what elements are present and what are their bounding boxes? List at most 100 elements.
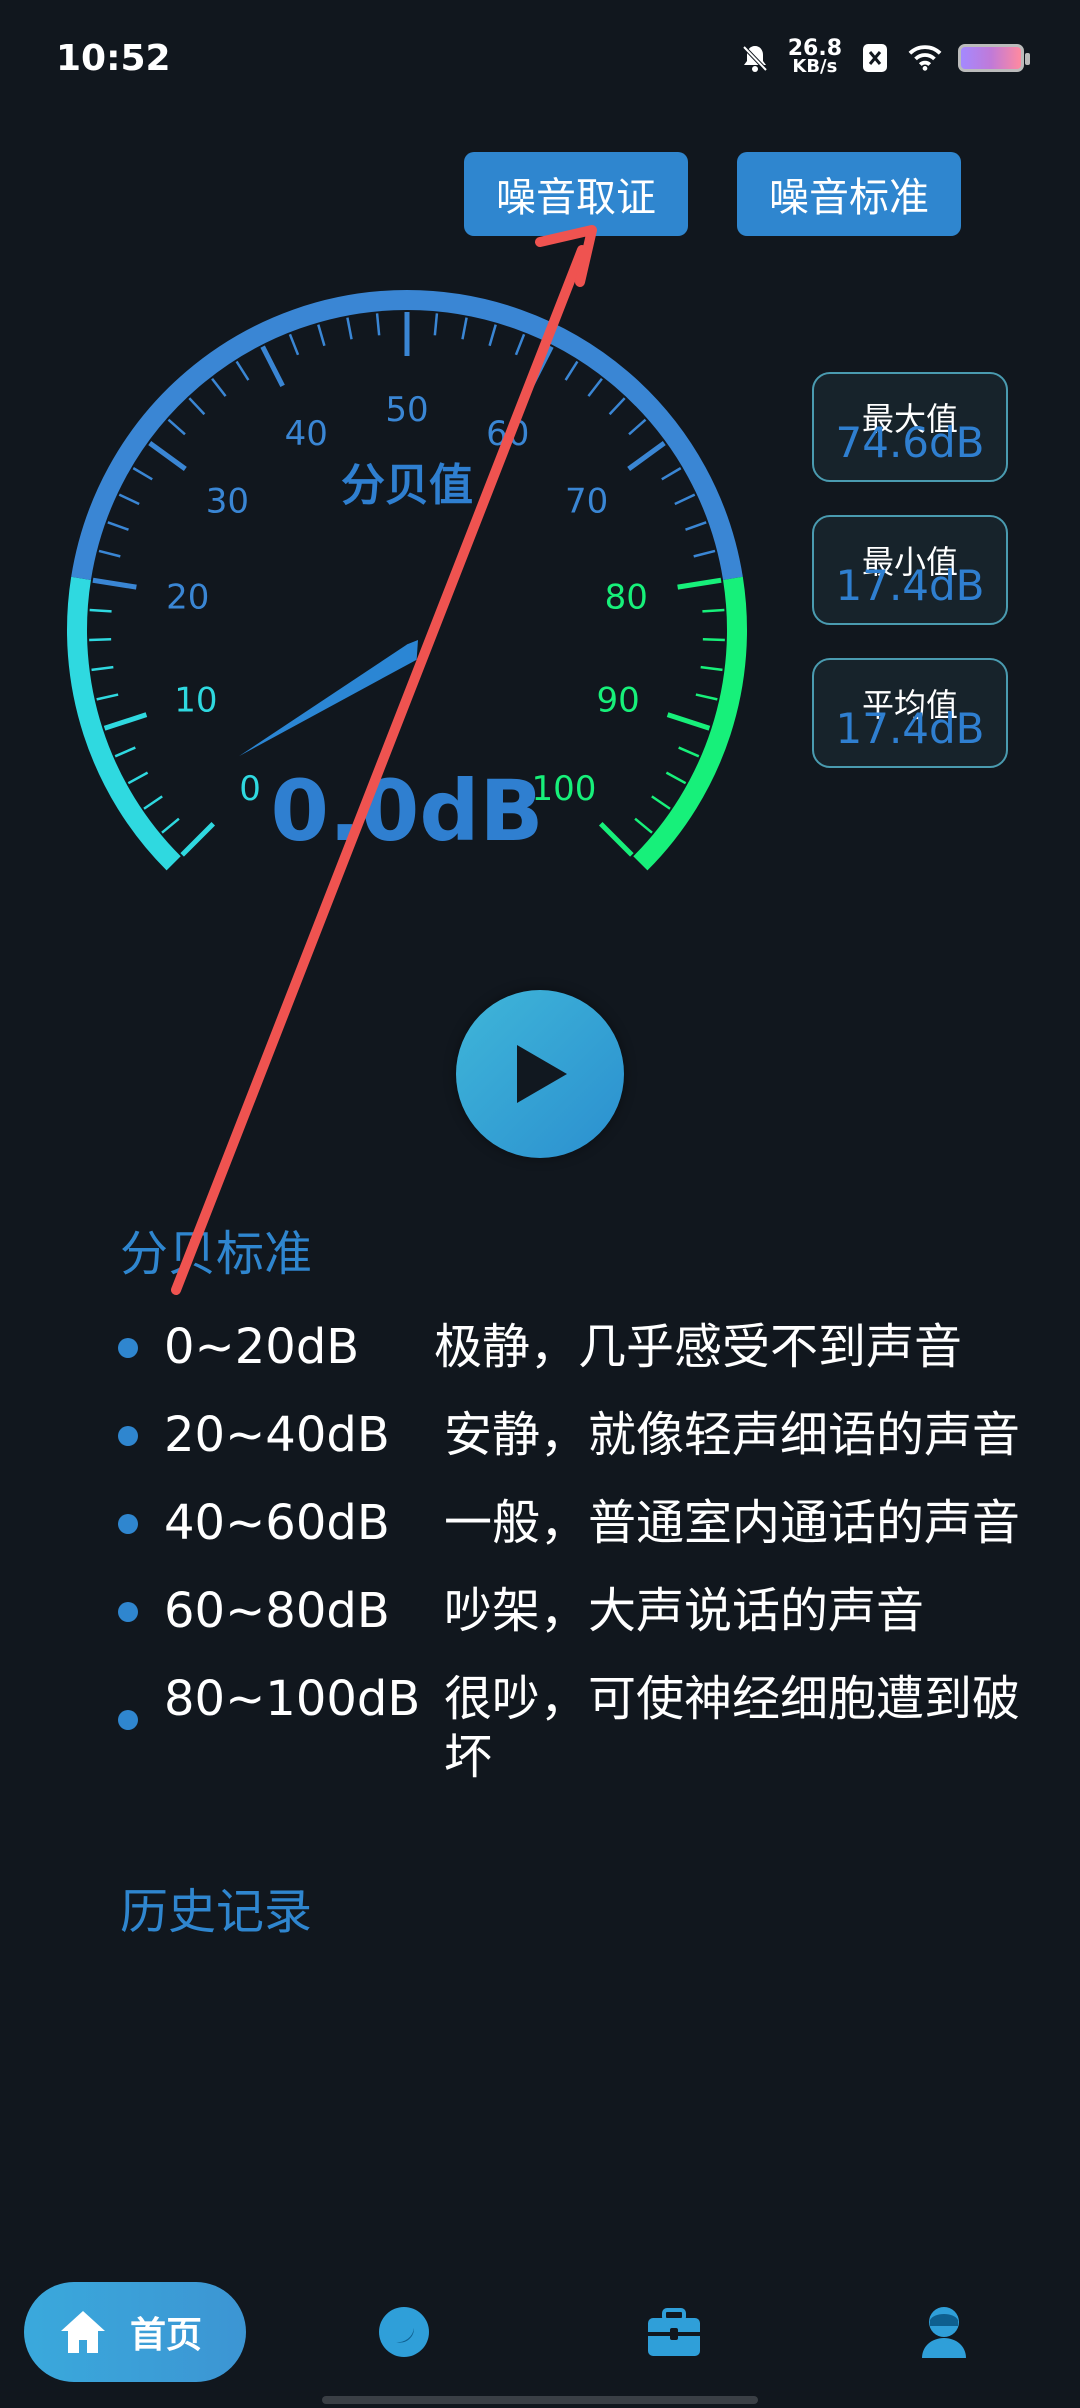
gauge-minor-tick: [514, 333, 526, 356]
gauge-minor-tick: [702, 638, 725, 642]
decibel-range: 60~80dB: [164, 1583, 390, 1639]
bullet-dot: [118, 1426, 138, 1446]
gauge-minor-tick: [685, 521, 707, 531]
gauge-scale-label: 80: [605, 577, 648, 617]
gauge-major-tick: [103, 712, 148, 731]
gauge-minor-tick: [695, 693, 718, 701]
gauge-major-tick: [598, 821, 634, 857]
gauge-major-tick: [529, 345, 554, 387]
gauge-scale-label: 50: [385, 390, 428, 430]
decibel-desc: 很吵，可使神经细胞遭到破坏: [444, 1671, 1021, 1785]
decibel-standard-title: 分贝标准: [120, 1226, 313, 1282]
nav-home-label: 首页: [130, 2315, 203, 2356]
gauge-scale-label: 60: [486, 414, 529, 454]
decibel-gauge: 0 10 20 30 40 50 60 70 80 90 100 分贝值 0.0dB: [0, 260, 800, 920]
nav-home-tab[interactable]: 首页: [24, 2282, 246, 2382]
avg-value-card: 平均值 17.4dB: [812, 658, 1008, 768]
gauge-minor-tick: [118, 493, 140, 506]
gauge-minor-tick: [127, 771, 149, 785]
decibel-standard-list: 0~20dB 极静，几乎感受不到声音 20~40dB 安静，就像轻声细语的声音 …: [118, 1318, 1068, 1816]
gauge-minor-tick: [161, 817, 180, 834]
list-item: 20~40dB 安静，就像轻声细语的声音: [118, 1406, 1068, 1464]
gauge-scale-label: 30: [206, 482, 249, 522]
gauge-major-tick: [260, 345, 285, 387]
gauge-scale-label: 20: [166, 577, 209, 617]
gauge-minor-tick: [235, 360, 250, 381]
gauge-scale-label: 70: [565, 482, 608, 522]
gauge-minor-tick: [89, 608, 112, 613]
noise-standard-button[interactable]: 噪音标准: [737, 152, 961, 236]
gauge-minor-tick: [488, 324, 497, 347]
gauge-minor-tick: [433, 313, 439, 336]
gauge-minor-tick: [91, 665, 114, 672]
bottom-nav: 首页: [0, 2262, 1080, 2408]
home-icon: [61, 2311, 105, 2353]
play-button[interactable]: [456, 990, 624, 1158]
gauge-needle: [239, 640, 418, 757]
mute-bell-icon: [738, 41, 772, 75]
gauge-major-tick: [677, 577, 722, 590]
gauge-minor-tick: [167, 418, 186, 436]
bullet-dot: [118, 1710, 138, 1730]
history-title: 历史记录: [120, 1884, 313, 1940]
list-item: 40~60dB 一般，普通室内通话的声音: [118, 1494, 1068, 1552]
gauge-minor-tick: [89, 638, 112, 642]
decibel-range: 0~20dB: [164, 1319, 360, 1375]
noise-forensics-button[interactable]: 噪音取证: [464, 152, 688, 236]
decibel-desc: 吵架，大声说话的声音: [444, 1583, 925, 1639]
gauge-major-tick: [666, 712, 711, 731]
battery-icon: [958, 44, 1030, 72]
gauge-minor-tick: [211, 377, 227, 397]
list-item: 80~100dB 很吵，可使神经细胞遭到破坏: [118, 1670, 1068, 1786]
list-item: 60~80dB 吵架，大声说话的声音: [118, 1582, 1068, 1640]
gauge-minor-tick: [651, 795, 671, 810]
network-speed-unit: KB/s: [792, 56, 838, 77]
status-icons: 26.8 KB/s: [738, 38, 1030, 77]
profile-icon: [922, 2307, 966, 2358]
gauge-minor-tick: [634, 817, 653, 834]
decibel-range: 20~40dB: [164, 1407, 390, 1463]
gauge-minor-tick: [674, 493, 696, 506]
sim-x-icon: [858, 41, 892, 75]
decibel-range: 40~60dB: [164, 1495, 390, 1551]
gauge-minor-tick: [702, 608, 725, 613]
min-value: 17.4dB: [835, 561, 985, 610]
gauge-minor-tick: [693, 549, 716, 558]
max-value-card: 最大值 74.6dB: [812, 372, 1008, 482]
gauge-minor-tick: [375, 313, 381, 336]
gauge-minor-tick: [700, 665, 723, 672]
gauge-scale-label: 90: [597, 681, 640, 721]
bullet-dot: [118, 1338, 138, 1358]
status-bar: 10:52 26.8 KB/s: [0, 0, 1080, 120]
gauge-major-tick: [627, 441, 666, 471]
status-time: 10:52: [56, 38, 171, 79]
gauge-minor-tick: [628, 418, 647, 436]
gauge-minor-tick: [564, 360, 579, 381]
nav-moon-tab[interactable]: [374, 2302, 434, 2362]
min-value-card: 最小值 17.4dB: [812, 515, 1008, 625]
gauge-minor-tick: [114, 746, 136, 758]
decibel-desc: 极静，几乎感受不到声音: [434, 1319, 963, 1375]
gauge-scale-label: 0: [239, 769, 261, 809]
gauge-title: 分贝值: [341, 460, 473, 511]
gauge-minor-tick: [288, 333, 300, 356]
gauge-minor-tick: [608, 397, 626, 416]
gauge-minor-tick: [317, 324, 326, 347]
decibel-desc: 一般，普通室内通话的声音: [444, 1495, 1021, 1551]
gauge-major-tick: [148, 441, 187, 471]
wifi-icon: [908, 41, 942, 75]
gauge-reading: 0.0dB: [271, 762, 544, 860]
nav-toolbox-tab[interactable]: [644, 2302, 704, 2362]
gauge-minor-tick: [587, 377, 603, 397]
toolbox-icon: [648, 2308, 700, 2356]
gauge-minor-tick: [143, 795, 163, 810]
gauge-scale-label: 40: [285, 414, 328, 454]
gauge-minor-tick: [96, 693, 119, 701]
list-item: 0~20dB 极静，几乎感受不到声音: [118, 1318, 1068, 1376]
gauge-minor-tick: [107, 521, 129, 531]
decibel-desc: 安静，就像轻声细语的声音: [444, 1407, 1021, 1463]
gesture-bar: [322, 2396, 758, 2404]
nav-profile-tab[interactable]: [914, 2302, 974, 2362]
moon-icon: [379, 2307, 429, 2357]
gauge-minor-tick: [661, 467, 682, 481]
